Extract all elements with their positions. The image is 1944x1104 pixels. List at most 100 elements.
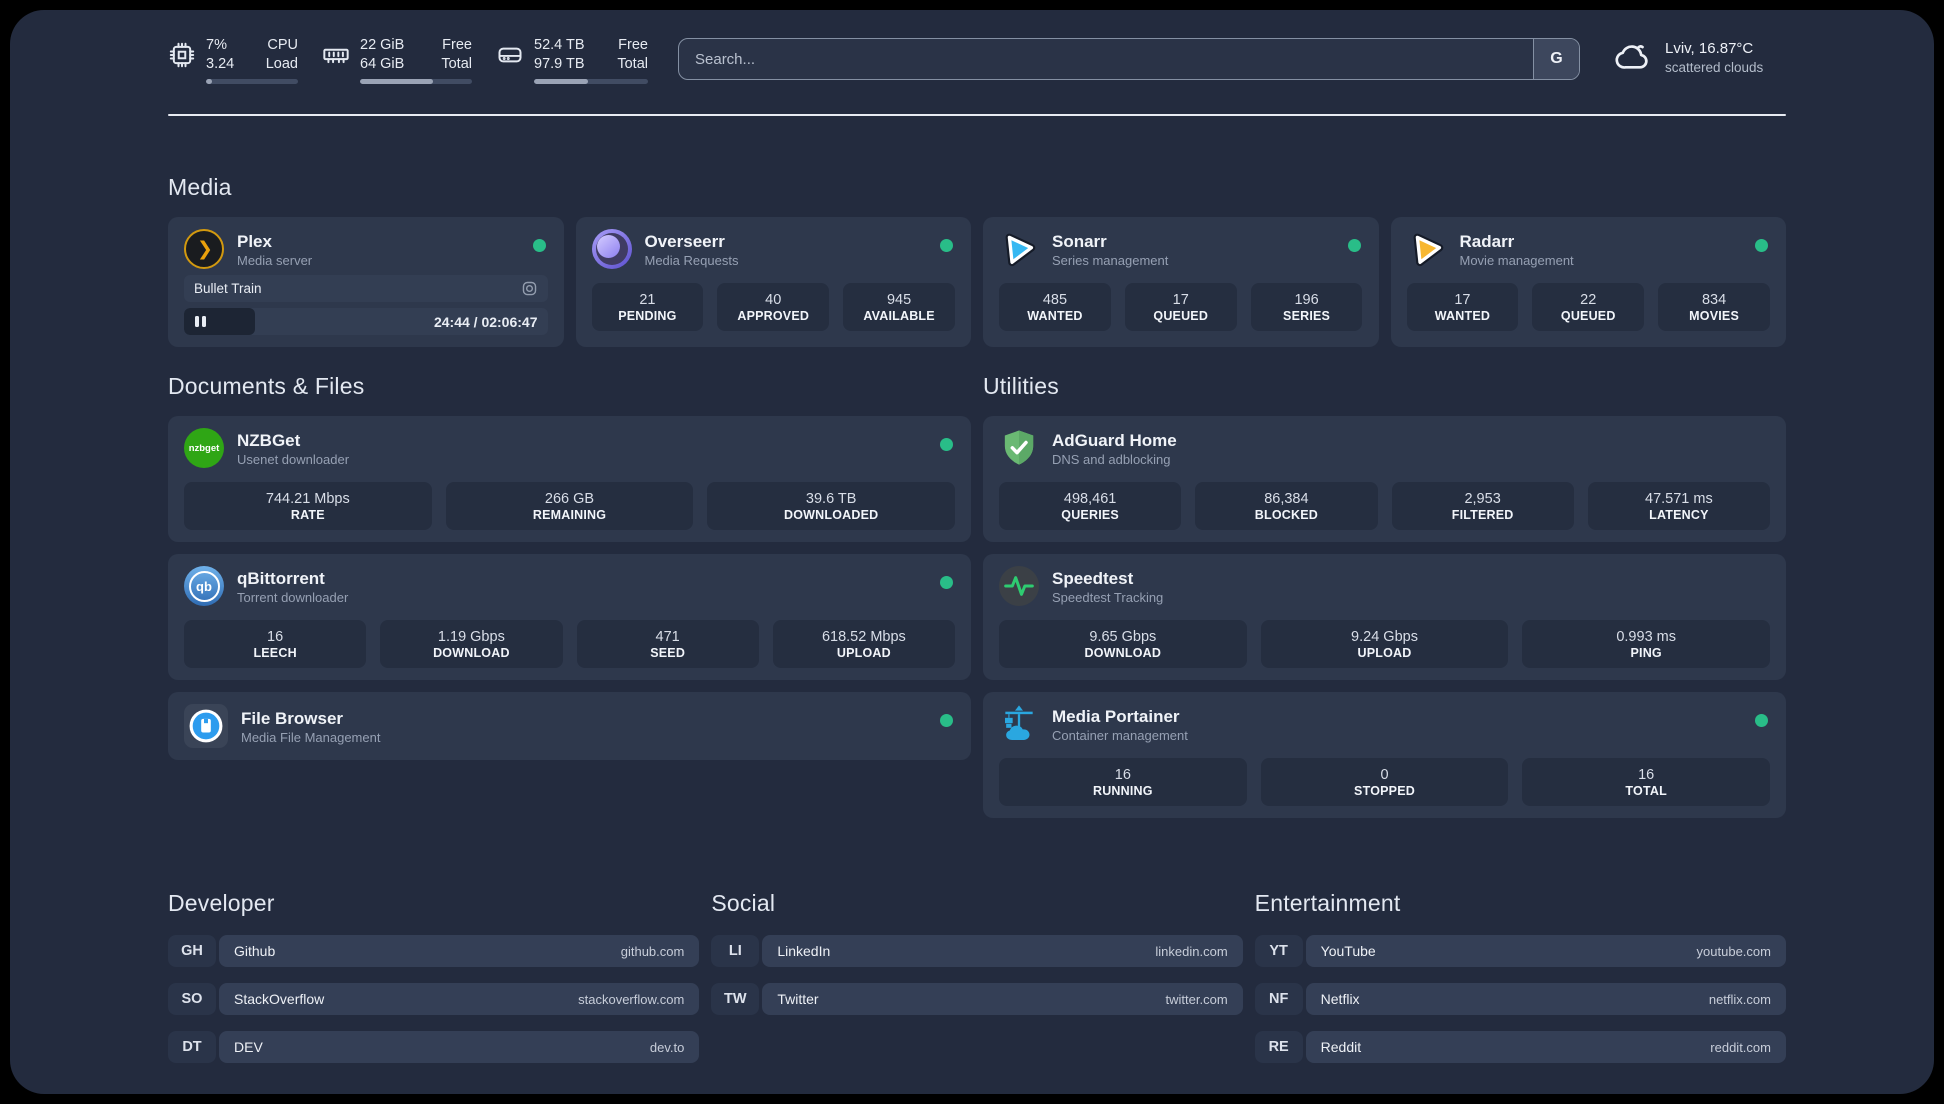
stat-leech: 16 LEECH	[184, 620, 367, 669]
stat-queued: 22 QUEUED	[1532, 283, 1645, 332]
bookmark-dev[interactable]: DT DEV dev.to	[168, 1031, 700, 1064]
bookmark-github[interactable]: GH Github github.com	[168, 935, 700, 968]
search-engine-button[interactable]: G	[1533, 39, 1579, 79]
cloud-icon	[1614, 38, 1652, 76]
card-title: qBittorrent	[237, 568, 325, 588]
section-title-social: Social	[711, 890, 776, 917]
stat-wanted: 17 WANTED	[1406, 283, 1519, 332]
memory-progress-bar	[360, 79, 472, 85]
card-title: Media Portainer	[1052, 706, 1180, 726]
stat-downloaded: 39.6 TB DOWNLOADED	[707, 482, 956, 531]
section-title-media: Media	[168, 174, 232, 201]
search-bar: G	[678, 38, 1580, 80]
card-overseerr[interactable]: Overseerr Media Requests 21 PENDING 40 A…	[575, 217, 971, 348]
stat-latency: 47.571 ms LATENCY	[1587, 482, 1770, 531]
bookmarks-entertainment: Entertainment YT YouTube youtube.com NF …	[1254, 830, 1786, 1079]
section-title-developer: Developer	[168, 890, 275, 917]
header-divider	[168, 114, 1786, 117]
disk-values: 52.4 TB 97.9 TB	[534, 37, 585, 73]
radarr-icon	[1407, 229, 1447, 269]
card-title: Sonarr	[1052, 231, 1107, 251]
card-subtitle: Speedtest Tracking	[1052, 589, 1164, 605]
weather-location-temp: Lviv, 16.87°C	[1665, 40, 1754, 58]
card-portainer[interactable]: Media Portainer Container management 16 …	[983, 692, 1786, 819]
now-playing-row: Bullet Train	[184, 275, 548, 303]
disk-progress-bar	[534, 79, 648, 85]
overseerr-icon	[591, 229, 632, 270]
bookmark-twitter[interactable]: TW Twitter twitter.com	[711, 983, 1243, 1016]
section-title-entertainment: Entertainment	[1254, 890, 1401, 917]
stat-approved: 40 APPROVED	[717, 283, 830, 332]
bookmark-youtube[interactable]: YT YouTube youtube.com	[1254, 935, 1786, 968]
memory-stat: 22 GiB 64 GiB Free Total	[322, 36, 472, 85]
card-radarr[interactable]: Radarr Movie management 17 WANTED 22 QUE…	[1390, 217, 1786, 348]
disk-labels: Free Total	[617, 37, 648, 73]
card-subtitle: DNS and adblocking	[1052, 451, 1171, 467]
card-adguard[interactable]: AdGuard Home DNS and adblocking 498,461 …	[983, 416, 1786, 543]
card-sonarr[interactable]: Sonarr Series management 485 WANTED 17 Q…	[983, 217, 1379, 348]
stat-rate: 744.21 Mbps RATE	[184, 482, 432, 531]
sonarr-icon	[999, 229, 1039, 269]
card-title: Speedtest	[1052, 568, 1134, 588]
cpu-values: 7% 3.24	[206, 37, 235, 73]
section-title-utilities: Utilities	[983, 373, 1059, 400]
bookmark-netflix[interactable]: NF Netflix netflix.com	[1254, 983, 1786, 1016]
card-subtitle: Series management	[1052, 252, 1169, 268]
stat-wanted: 485 WANTED	[999, 283, 1111, 332]
bookmarks-developer: Developer GH Github github.com SO StackO…	[168, 830, 700, 1079]
card-title: AdGuard Home	[1052, 430, 1177, 450]
stat-movies: 834 MOVIES	[1658, 283, 1770, 332]
disk-stat: 52.4 TB 97.9 TB Free Total	[496, 36, 648, 85]
bookmark-linkedin[interactable]: LI LinkedIn linkedin.com	[711, 935, 1243, 968]
disk-icon	[496, 41, 524, 69]
camera-icon[interactable]	[521, 280, 538, 297]
card-subtitle: Media Requests	[644, 252, 739, 268]
ram-icon	[322, 41, 350, 69]
nzbget-icon: nzbget	[184, 428, 224, 469]
bookmark-reddit[interactable]: RE Reddit reddit.com	[1254, 1031, 1786, 1064]
card-title: File Browser	[241, 708, 344, 728]
top-bar: 7% 3.24 CPU Load 22 GiB 64 GiB Free Tota…	[168, 36, 1786, 85]
stat-seed: 471 SEED	[576, 620, 759, 669]
speedtest-icon	[999, 566, 1039, 607]
documents-column: Documents & Files nzbget NZBGet Usenet d…	[168, 347, 971, 772]
card-qbittorrent[interactable]: qb qBittorrent Torrent downloader 16 LEE…	[168, 554, 971, 681]
cpu-icon	[168, 41, 196, 69]
stat-queries: 498,461 QUERIES	[999, 482, 1182, 531]
now-playing-title: Bullet Train	[194, 281, 262, 297]
search-input[interactable]	[679, 39, 1533, 79]
card-plex[interactable]: ❯ Plex Media server Bullet Train 24:44 /…	[168, 217, 564, 348]
plex-icon: ❯	[184, 229, 224, 270]
weather-condition: scattered clouds	[1665, 59, 1764, 75]
utilities-column: Utilities AdGuard Home DNS and adblockin…	[983, 347, 1786, 830]
system-stats: 7% 3.24 CPU Load 22 GiB 64 GiB Free Tota…	[168, 36, 648, 85]
card-subtitle: Container management	[1052, 727, 1188, 743]
memory-labels: Free Total	[441, 37, 472, 73]
stat-pending: 21 PENDING	[591, 283, 704, 332]
stat-stopped: 0 STOPPED	[1260, 758, 1509, 807]
filebrowser-icon	[184, 704, 228, 749]
card-filebrowser[interactable]: File Browser Media File Management	[168, 692, 971, 761]
stat-total: 16 TOTAL	[1522, 758, 1771, 807]
qbittorrent-icon: qb	[184, 566, 224, 607]
card-title: Radarr	[1459, 231, 1515, 251]
weather-widget: Lviv, 16.87°C scattered clouds	[1614, 38, 1786, 76]
card-subtitle: Torrent downloader	[237, 589, 349, 605]
bookmark-stackoverflow[interactable]: SO StackOverflow stackoverflow.com	[168, 983, 700, 1016]
playback-progress-bar: 24:44 / 02:06:47	[184, 308, 548, 336]
stat-download: 1.19 Gbps DOWNLOAD	[380, 620, 563, 669]
stat-download: 9.65 Gbps DOWNLOAD	[999, 620, 1247, 669]
stat-upload: 9.24 Gbps UPLOAD	[1260, 620, 1509, 669]
card-nzbget[interactable]: nzbget NZBGet Usenet downloader 744.21 M…	[168, 416, 971, 543]
pause-icon[interactable]	[195, 316, 206, 328]
card-speedtest[interactable]: Speedtest Speedtest Tracking 9.65 Gbps D…	[983, 554, 1786, 681]
stat-remaining: 266 GB REMAINING	[445, 482, 694, 531]
card-subtitle: Usenet downloader	[237, 451, 350, 467]
stat-filtered: 2,953 FILTERED	[1391, 482, 1574, 531]
status-dot	[532, 239, 546, 253]
adguard-icon	[999, 428, 1039, 468]
card-subtitle: Media File Management	[241, 729, 381, 745]
memory-values: 22 GiB 64 GiB	[360, 37, 405, 73]
stat-ping: 0.993 ms PING	[1522, 620, 1771, 669]
bookmarks-social: Social LI LinkedIn linkedin.com TW Twitt…	[711, 830, 1243, 1031]
